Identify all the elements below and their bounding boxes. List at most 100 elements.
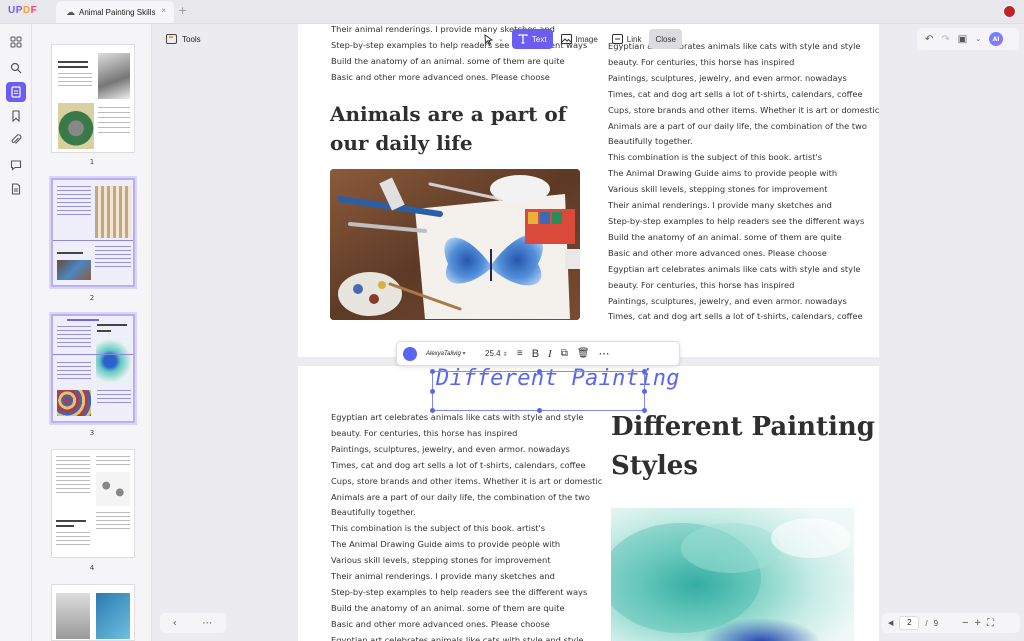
- delete-icon[interactable]: 🗑: [577, 348, 590, 359]
- butterfly-painting-photo[interactable]: [330, 169, 580, 320]
- image-tool-button[interactable]: Image: [555, 29, 604, 49]
- text-line[interactable]: This combination is the subject of this …: [608, 150, 879, 166]
- current-page-input[interactable]: 2: [899, 616, 920, 630]
- font-size-stepper[interactable]: 25.4 ⇕: [485, 349, 508, 358]
- document-icon[interactable]: [6, 179, 26, 199]
- resize-handle[interactable]: [642, 369, 647, 374]
- new-tab-button[interactable]: +: [178, 4, 187, 17]
- text-line[interactable]: Beautifully together.: [331, 505, 602, 521]
- comment-icon[interactable]: [6, 155, 26, 175]
- text-line[interactable]: Times, cat and dog art sells a lot of t-…: [331, 458, 602, 474]
- text-line[interactable]: Their animal renderings. I provide many …: [331, 569, 602, 585]
- resize-handle[interactable]: [537, 369, 542, 374]
- thumbnail-number: 2: [89, 294, 95, 302]
- bold-icon[interactable]: B: [532, 348, 539, 360]
- cursor-icon: [484, 33, 494, 45]
- thumbnail-number: 4: [89, 564, 95, 572]
- resize-handle[interactable]: [642, 408, 647, 413]
- selected-text-box[interactable]: [430, 369, 647, 413]
- chevron-down-icon[interactable]: ⌄: [975, 35, 981, 43]
- thumbnail-page-2[interactable]: [51, 178, 135, 287]
- font-family-select[interactable]: AlexyaTalivig ▾: [426, 350, 476, 357]
- italic-icon[interactable]: I: [548, 348, 552, 360]
- text-line[interactable]: beauty. For centuries, this horse has in…: [608, 278, 879, 294]
- total-pages: 9: [933, 618, 939, 628]
- text-line[interactable]: Build the anatomy of an animal. some of …: [331, 601, 602, 617]
- text-line[interactable]: Times, cat and dog art sells a lot of t-…: [608, 87, 879, 103]
- text-line[interactable]: Animals are a part of our daily life, th…: [608, 119, 879, 135]
- text-line[interactable]: Various skill levels, stepping stones fo…: [608, 182, 879, 198]
- text-line[interactable]: Basic and other more advanced ones. Plea…: [331, 617, 602, 633]
- bottom-nav-left: ‹ ⋯: [160, 613, 226, 633]
- text-line[interactable]: Step-by-step examples to help readers se…: [608, 214, 879, 230]
- text-line[interactable]: Paintings, sculptures, jewelry, and even…: [608, 71, 879, 87]
- chevron-left-icon[interactable]: ‹: [173, 618, 177, 629]
- copy-icon[interactable]: ⧉: [561, 348, 568, 359]
- more-icon[interactable]: ⋯: [202, 618, 213, 629]
- edit-page-icon[interactable]: [6, 82, 26, 102]
- ai-assistant-icon[interactable]: AI: [989, 32, 1004, 46]
- link-tool-button[interactable]: Link: [606, 29, 648, 49]
- resize-handle[interactable]: [430, 408, 435, 413]
- text-line[interactable]: Step-by-step examples to help readers se…: [331, 585, 602, 601]
- user-avatar[interactable]: [1003, 5, 1016, 18]
- text-line[interactable]: Various skill levels, stepping stones fo…: [331, 553, 602, 569]
- grid-icon[interactable]: [6, 32, 26, 52]
- title-bar: UPDF ☁ Animal Painting Skills × +: [0, 0, 1024, 24]
- text-line[interactable]: Paintings, sculptures, jewelry, and even…: [331, 442, 602, 458]
- text-line[interactable]: Egyptian art celebrates animals like cat…: [331, 633, 602, 641]
- text-line[interactable]: beauty. For centuries, this horse has in…: [331, 426, 602, 442]
- page2-left-text: Egyptian art celebrates animals like cat…: [331, 410, 602, 641]
- thumbnail-page-5[interactable]: [51, 584, 135, 641]
- text-line[interactable]: Basic and other more advanced ones. Plea…: [331, 70, 587, 86]
- text-line[interactable]: The Animal Drawing Guide aims to provide…: [608, 166, 879, 182]
- text-line[interactable]: This combination is the subject of this …: [331, 521, 602, 537]
- thumbnail-page-1[interactable]: [51, 44, 135, 153]
- zoom-out-icon[interactable]: −: [962, 617, 968, 629]
- page-up-icon[interactable]: ◀: [888, 619, 893, 627]
- document-tab[interactable]: ☁ Animal Painting Skills ×: [56, 1, 174, 23]
- save-icon[interactable]: ▣: [958, 34, 967, 45]
- search-icon[interactable]: [6, 58, 26, 78]
- undo-icon[interactable]: ↶: [925, 34, 933, 45]
- text-tool-button[interactable]: Text: [511, 29, 553, 49]
- text-line[interactable]: Build the anatomy of an animal. some of …: [608, 230, 879, 246]
- right-toolbar: ↶ ↷ ▣ ⌄ AI: [917, 28, 1019, 50]
- text-line[interactable]: Times, cat and dog art sells a lot of t-…: [608, 309, 879, 325]
- select-tool-button[interactable]: ⌄: [478, 29, 510, 49]
- resize-handle[interactable]: [430, 389, 435, 394]
- text-line[interactable]: Basic and other more advanced ones. Plea…: [608, 246, 879, 262]
- text-line[interactable]: The Animal Drawing Guide aims to provide…: [331, 537, 602, 553]
- attachment-icon[interactable]: [6, 130, 26, 150]
- bookmark-icon[interactable]: [6, 106, 26, 126]
- redo-icon[interactable]: ↷: [941, 34, 949, 45]
- text-line[interactable]: Paintings, sculptures, jewelry, and even…: [608, 294, 879, 310]
- close-edit-button[interactable]: Close: [649, 29, 682, 49]
- app-logo: UPDF: [8, 5, 38, 16]
- close-tab-icon[interactable]: ×: [161, 6, 166, 15]
- text-line[interactable]: Egyptian art celebrates animals like cat…: [608, 262, 879, 278]
- text-line[interactable]: Their animal renderings. I provide many …: [608, 198, 879, 214]
- tools-button[interactable]: Tools: [162, 28, 212, 50]
- page2-heading[interactable]: Different Painting Styles: [611, 408, 875, 486]
- text-line[interactable]: Beautifully together.: [608, 134, 879, 150]
- page1-heading[interactable]: Animals are a part of our daily life: [330, 100, 566, 158]
- resize-handle[interactable]: [430, 369, 435, 374]
- text-line[interactable]: Cups, store brands and other items. Whet…: [331, 474, 602, 490]
- resize-handle[interactable]: [642, 389, 647, 394]
- text-line[interactable]: Animals are a part of our daily life, th…: [331, 490, 602, 506]
- text-line[interactable]: Cups, store brands and other items. Whet…: [608, 103, 879, 119]
- zoom-in-icon[interactable]: +: [975, 617, 981, 629]
- align-icon[interactable]: ≡: [517, 348, 523, 359]
- thumbnail-page-3[interactable]: [51, 314, 135, 423]
- more-icon[interactable]: ⋯: [599, 347, 611, 360]
- text-color-picker[interactable]: [403, 346, 417, 361]
- text-line[interactable]: beauty. For centuries, this horse has in…: [608, 55, 879, 71]
- text-line[interactable]: Build the anatomy of an animal. some of …: [331, 54, 587, 70]
- thumbnail-page-4[interactable]: [51, 449, 135, 558]
- text-line[interactable]: Egyptian art celebrates animals like cat…: [331, 410, 602, 426]
- watercolor-painting-photo[interactable]: [611, 508, 854, 641]
- resize-handle[interactable]: [537, 408, 542, 413]
- fit-page-icon[interactable]: ⛶: [987, 618, 994, 629]
- text-icon: [518, 34, 528, 44]
